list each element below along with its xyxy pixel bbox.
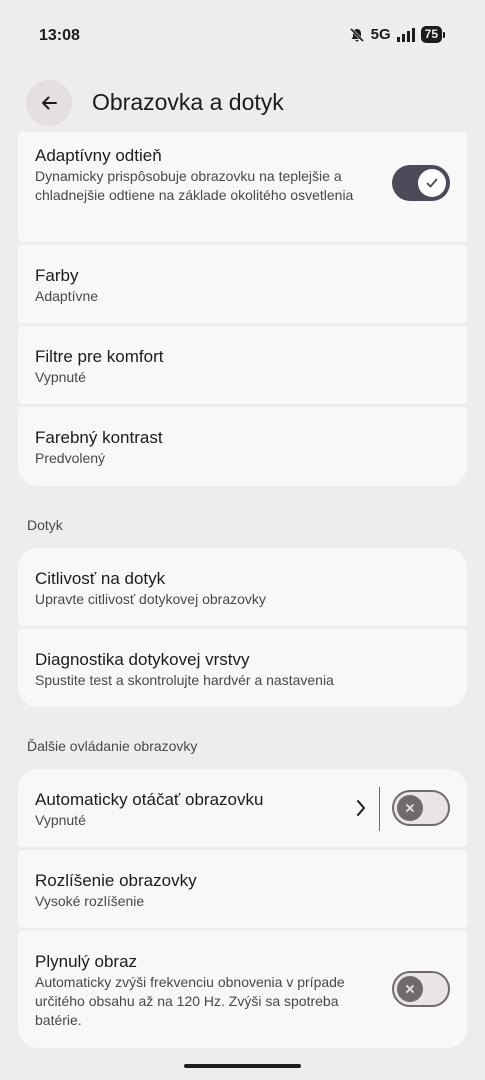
status-bar: 13:08 5G 75 (0, 0, 485, 72)
comfort-filters-subtitle: Vypnuté (35, 369, 86, 385)
top-app-bar: Obrazovka a dotyk (0, 80, 485, 126)
smooth-display-toggle[interactable] (392, 971, 450, 1007)
section-label-more: Ďalšie ovládanie obrazovky (27, 738, 198, 754)
toggle-thumb (418, 169, 446, 197)
screen-resolution-title: Rozlíšenie obrazovky (35, 871, 197, 890)
auto-rotate-subtitle: Vypnuté (35, 812, 86, 828)
touch-diagnostics-item[interactable]: Diagnostika dotykovej vrstvy Spustite te… (18, 629, 467, 707)
touch-sensitivity-title: Citlivosť na dotyk (35, 569, 166, 588)
colors-subtitle: Adaptívne (35, 288, 99, 304)
smooth-display-title: Plynulý obraz (35, 952, 138, 971)
status-icons: 5G 75 (349, 26, 445, 43)
vertical-divider (379, 787, 380, 831)
smooth-display-subtitle: Automaticky zvýši frekvenciu obnovenia v… (35, 974, 345, 1028)
touch-sensitivity-item[interactable]: Citlivosť na dotyk Upravte citlivosť dot… (18, 548, 467, 626)
screen-resolution-item[interactable]: Rozlíšenie obrazovky Vysoké rozlíšenie (18, 850, 467, 928)
color-contrast-title: Farebný kontrast (35, 428, 163, 447)
chevron-right-icon[interactable] (355, 799, 367, 822)
auto-rotate-toggle[interactable] (392, 790, 450, 826)
comfort-filters-title: Filtre pre komfort (35, 347, 164, 366)
adaptive-tone-toggle[interactable] (392, 165, 450, 201)
comfort-filters-item[interactable]: Filtre pre komfort Vypnuté (18, 326, 467, 404)
auto-rotate-item[interactable]: Automaticky otáčať obrazovku Vypnuté (18, 769, 467, 847)
color-contrast-item[interactable]: Farebný kontrast Predvolený (18, 407, 467, 486)
signal-icon (396, 27, 415, 42)
section-label-touch: Dotyk (27, 517, 63, 533)
home-indicator[interactable] (184, 1064, 301, 1068)
close-icon (406, 804, 414, 812)
adaptive-tone-item[interactable]: Adaptívny odtieň Dynamicky prispôsobuje … (18, 132, 467, 242)
check-icon (426, 178, 438, 188)
colors-title: Farby (35, 266, 79, 285)
auto-rotate-title: Automaticky otáčať obrazovku (35, 790, 264, 809)
back-button[interactable] (26, 80, 72, 126)
toggle-thumb (397, 976, 423, 1002)
colors-item[interactable]: Farby Adaptívne (18, 245, 467, 323)
arrow-back-icon (42, 96, 57, 110)
adaptive-tone-title: Adaptívny odtieň (35, 146, 162, 165)
toggle-thumb (397, 795, 423, 821)
page-title: Obrazovka a dotyk (92, 89, 284, 115)
battery-icon: 75 (420, 26, 445, 43)
touch-diagnostics-subtitle: Spustite test a skontrolujte hardvér a n… (35, 672, 334, 688)
touch-diagnostics-title: Diagnostika dotykovej vrstvy (35, 650, 250, 669)
screen-resolution-subtitle: Vysoké rozlíšenie (35, 893, 145, 909)
close-icon (406, 985, 414, 993)
adaptive-tone-subtitle: Dynamicky prispôsobuje obrazovku na tepl… (35, 168, 354, 203)
touch-sensitivity-subtitle: Upravte citlivosť dotykovej obrazovky (35, 591, 266, 607)
color-contrast-subtitle: Predvolený (35, 450, 106, 466)
network-type: 5G (370, 26, 391, 43)
smooth-display-item[interactable]: Plynulý obraz Automaticky zvýši frekvenc… (18, 931, 467, 1048)
settings-list: Adaptívny odtieň Dynamicky prispôsobuje … (18, 132, 467, 1051)
battery-level: 75 (420, 26, 442, 43)
mute-icon (349, 27, 365, 43)
status-time: 13:08 (39, 27, 80, 44)
